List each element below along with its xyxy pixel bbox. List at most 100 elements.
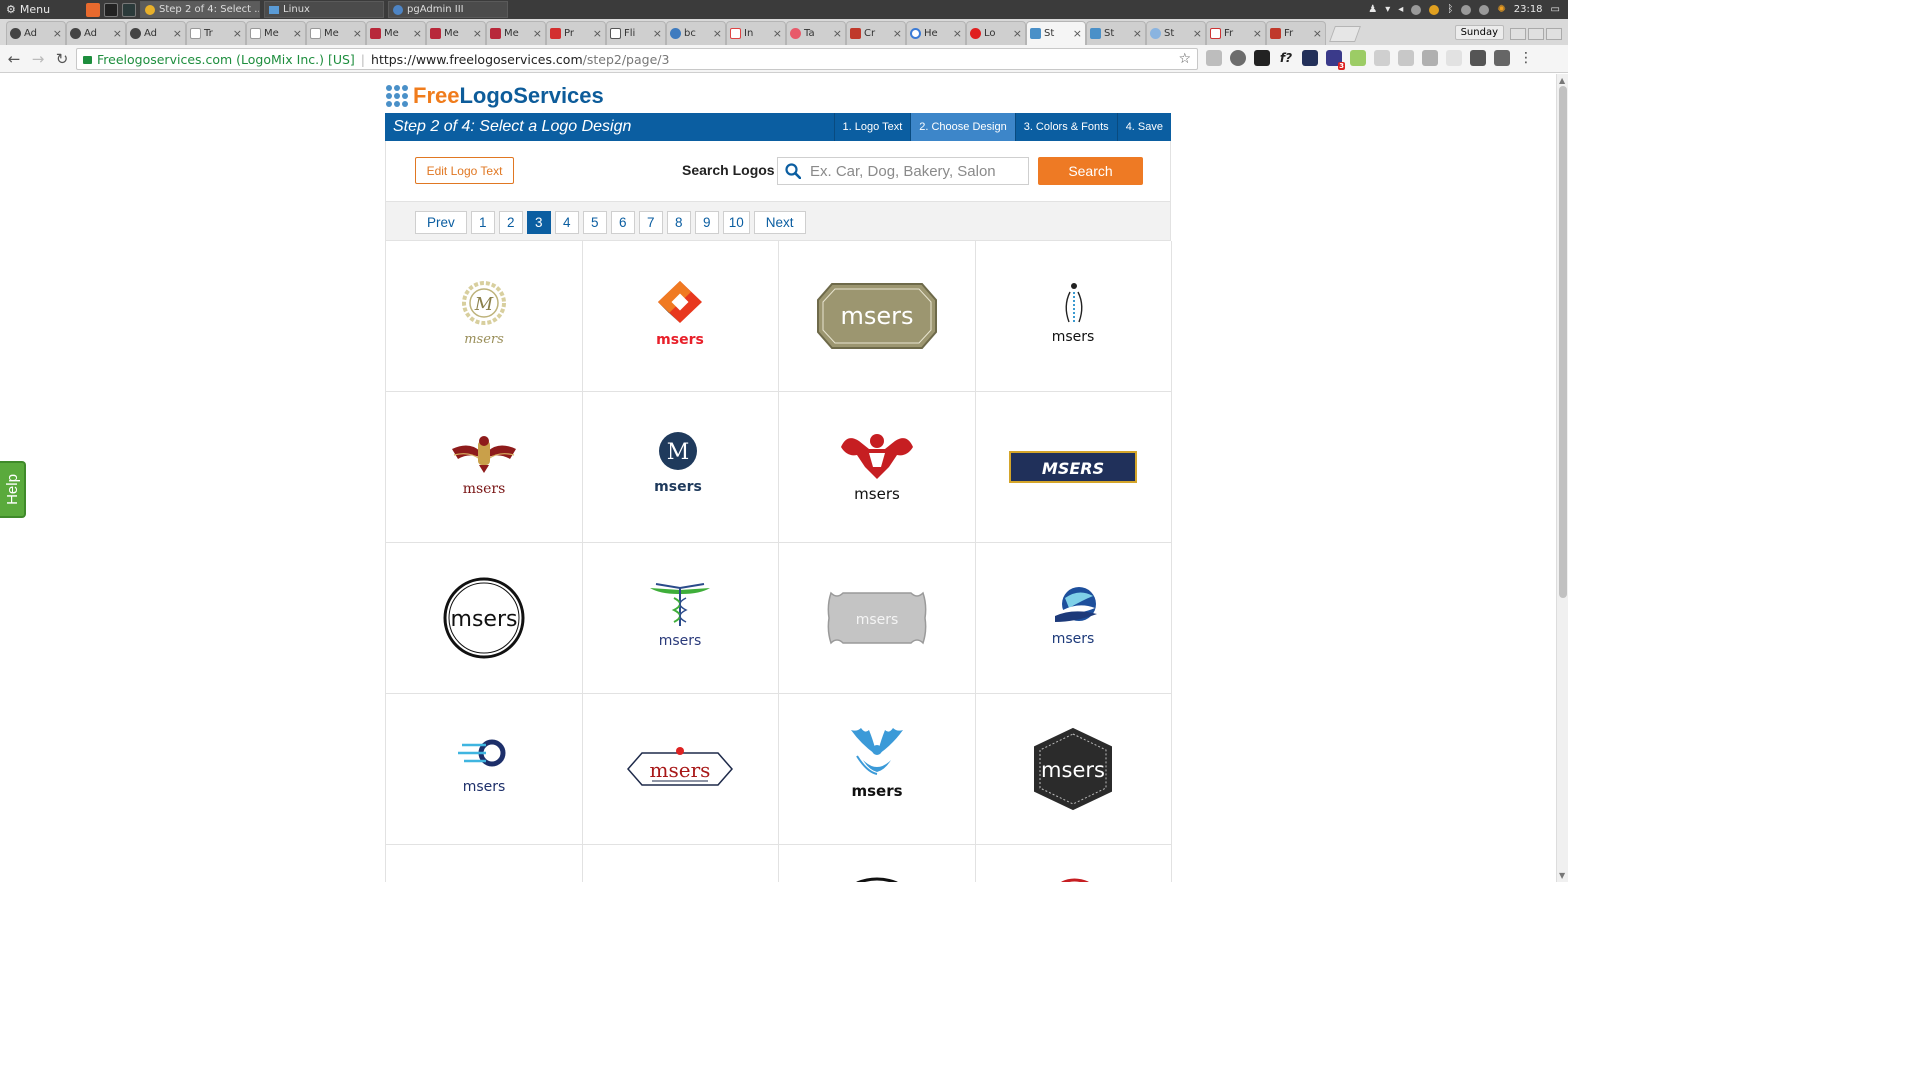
- close-icon[interactable]: ×: [353, 27, 362, 40]
- browser-tab[interactable]: Cr ×: [846, 21, 906, 45]
- logo-design-tile[interactable]: msers: [779, 392, 976, 543]
- browser-tab[interactable]: Ad ×: [126, 21, 186, 45]
- reload-icon[interactable]: ↻: [50, 50, 74, 68]
- gear-extension-icon[interactable]: [1446, 50, 1462, 66]
- notification-icon[interactable]: ▭: [1551, 4, 1560, 15]
- site-identity[interactable]: Freelogoservices.com (LogoMix Inc.) [US]: [97, 52, 355, 67]
- forward-arrow-icon[interactable]: →: [26, 50, 50, 68]
- browser-tab[interactable]: St ×: [1086, 21, 1146, 45]
- eyedropper-icon[interactable]: [1494, 50, 1510, 66]
- dark-extension-icon[interactable]: [1254, 50, 1270, 66]
- step-save[interactable]: 4. Save: [1116, 113, 1171, 141]
- grid-extension-icon[interactable]: [1422, 50, 1438, 66]
- step-colors-fonts[interactable]: 3. Colors & Fonts: [1014, 113, 1117, 141]
- browser-tab[interactable]: Fr ×: [1206, 21, 1266, 45]
- scrollbar-thumb[interactable]: [1559, 86, 1567, 598]
- font-question-icon[interactable]: f?: [1278, 50, 1294, 66]
- lines-extension-icon[interactable]: [1374, 50, 1390, 66]
- logo-design-tile[interactable]: msers: [975, 543, 1172, 694]
- logo-design-tile[interactable]: msers: [779, 694, 976, 845]
- close-icon[interactable]: ×: [593, 27, 602, 40]
- terminal-launcher-icon[interactable]: [104, 2, 118, 17]
- close-icon[interactable]: ×: [1193, 27, 1202, 40]
- next-page-button[interactable]: Next: [753, 211, 806, 234]
- volume-icon[interactable]: ◂: [1398, 4, 1403, 15]
- bluetooth-icon[interactable]: ᛒ: [1447, 4, 1453, 15]
- logo-design-tile[interactable]: msers: [386, 392, 583, 543]
- new-tab-button[interactable]: [1329, 26, 1361, 42]
- prev-page-button[interactable]: Prev: [415, 211, 467, 234]
- user-icon[interactable]: ♟: [1368, 4, 1377, 15]
- search-box[interactable]: [777, 157, 1029, 185]
- battery-icon[interactable]: [1411, 4, 1422, 15]
- logo-design-tile[interactable]: M msers: [582, 392, 779, 543]
- page-link-2[interactable]: 2: [498, 211, 523, 234]
- dropbox-icon[interactable]: [1461, 4, 1472, 15]
- search-input[interactable]: [808, 161, 1018, 181]
- logo-design-tile[interactable]: msers: [386, 543, 583, 694]
- close-icon[interactable]: ×: [233, 27, 242, 40]
- browser-tab[interactable]: Ad ×: [66, 21, 126, 45]
- browser-tab[interactable]: Me ×: [306, 21, 366, 45]
- close-icon[interactable]: ×: [773, 27, 782, 40]
- logo-design-tile[interactable]: msers: [779, 543, 976, 694]
- close-icon[interactable]: ×: [113, 27, 122, 40]
- weather-icon[interactable]: ✺: [1497, 4, 1505, 15]
- browser-tab[interactable]: He ×: [906, 21, 966, 45]
- close-icon[interactable]: ×: [173, 27, 182, 40]
- logo-design-tile[interactable]: msers: [582, 241, 779, 392]
- page-link-1[interactable]: 1: [470, 211, 495, 234]
- browser-tab[interactable]: St ×: [1146, 21, 1206, 45]
- page-link-5[interactable]: 5: [582, 211, 607, 234]
- close-icon[interactable]: ×: [1073, 27, 1082, 40]
- firefox-launcher-icon[interactable]: [86, 2, 100, 17]
- close-icon[interactable]: ×: [833, 27, 842, 40]
- bookmark-star-icon[interactable]: ☆: [1178, 51, 1191, 67]
- dropbox-extension-icon[interactable]: [1398, 50, 1414, 66]
- page-link-9[interactable]: 9: [694, 211, 719, 234]
- logo-design-tile[interactable]: [976, 845, 1172, 882]
- browser-tab[interactable]: Me ×: [246, 21, 306, 45]
- close-icon[interactable]: ×: [533, 27, 542, 40]
- address-bar[interactable]: Freelogoservices.com (LogoMix Inc.) [US]…: [76, 48, 1198, 70]
- scroll-up-icon[interactable]: ▲: [1559, 76, 1565, 85]
- help-tab[interactable]: Help: [0, 461, 26, 518]
- badge-extension-icon[interactable]: 3: [1326, 50, 1345, 70]
- task-pgadmin[interactable]: pgAdmin III: [388, 1, 508, 18]
- files-launcher-icon[interactable]: [122, 2, 136, 17]
- more-menu-icon[interactable]: ⋮: [1518, 50, 1534, 66]
- site-logo[interactable]: FreeLogoServices: [386, 83, 604, 109]
- close-icon[interactable]: ×: [653, 27, 662, 40]
- browser-tab[interactable]: In ×: [726, 21, 786, 45]
- os-menu-button[interactable]: ⚙ Menu: [0, 3, 86, 16]
- logo-design-tile[interactable]: msers: [582, 694, 779, 845]
- logo-design-tile[interactable]: msers: [975, 694, 1172, 845]
- profile-button[interactable]: Sunday: [1454, 25, 1504, 40]
- search-button[interactable]: Search: [1038, 157, 1143, 185]
- minimize-icon[interactable]: [1510, 28, 1526, 40]
- close-icon[interactable]: ×: [953, 27, 962, 40]
- close-icon[interactable]: ×: [893, 27, 902, 40]
- close-window-icon[interactable]: [1546, 28, 1562, 40]
- browser-tab[interactable]: Ta ×: [786, 21, 846, 45]
- edit-logo-text-button[interactable]: Edit Logo Text: [415, 157, 514, 184]
- browser-tab[interactable]: Me ×: [366, 21, 426, 45]
- back-arrow-icon[interactable]: ←: [2, 50, 26, 68]
- close-icon[interactable]: ×: [1013, 27, 1022, 40]
- close-icon[interactable]: ×: [1133, 27, 1142, 40]
- browser-tab[interactable]: Fr ×: [1266, 21, 1326, 45]
- logo-design-tile[interactable]: msers: [386, 694, 583, 845]
- clock[interactable]: 23:18: [1514, 4, 1543, 15]
- logo-design-tile[interactable]: [386, 845, 583, 882]
- browser-tab[interactable]: Tr ×: [186, 21, 246, 45]
- page-link-4[interactable]: 4: [554, 211, 579, 234]
- task-chrome[interactable]: Step 2 of 4: Select ...: [140, 1, 260, 18]
- close-icon[interactable]: ×: [53, 27, 62, 40]
- browser-tab[interactable]: bc ×: [666, 21, 726, 45]
- logo-design-tile[interactable]: [779, 845, 976, 882]
- close-icon[interactable]: ×: [1313, 27, 1322, 40]
- sheet-extension-icon[interactable]: [1350, 50, 1366, 66]
- page-link-6[interactable]: 6: [610, 211, 635, 234]
- circle-extension-icon[interactable]: [1230, 50, 1246, 66]
- page-link-7[interactable]: 7: [638, 211, 663, 234]
